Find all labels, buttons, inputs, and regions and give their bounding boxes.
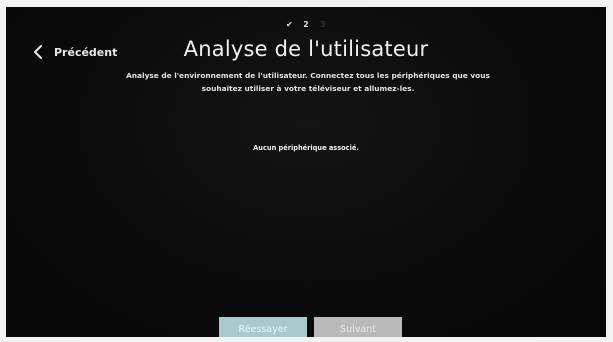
page-title: Analyse de l'utilisateur bbox=[183, 37, 429, 61]
page-subtitle: Analyse de l'environnement de l'utilisat… bbox=[116, 69, 500, 95]
subtitle-line-2: souhaitez utiliser à votre téléviseur et… bbox=[201, 84, 415, 93]
retry-button[interactable]: Réessayer bbox=[219, 317, 307, 337]
step-1-done-icon: ✔ bbox=[286, 20, 293, 29]
next-button[interactable]: Suivant bbox=[314, 317, 402, 337]
subtitle-line-1: Analyse de l'environnement de l'utilisat… bbox=[126, 71, 490, 80]
setup-progress-steps: ✔ 2 3 bbox=[6, 20, 606, 29]
step-2-current: 2 bbox=[303, 20, 309, 29]
step-3-upcoming: 3 bbox=[320, 20, 326, 29]
device-status-message: Aucun périphérique associé. bbox=[253, 144, 359, 152]
tv-screen: ✔ 2 3 Précédent Analyse de l'utilisateur… bbox=[6, 7, 606, 337]
